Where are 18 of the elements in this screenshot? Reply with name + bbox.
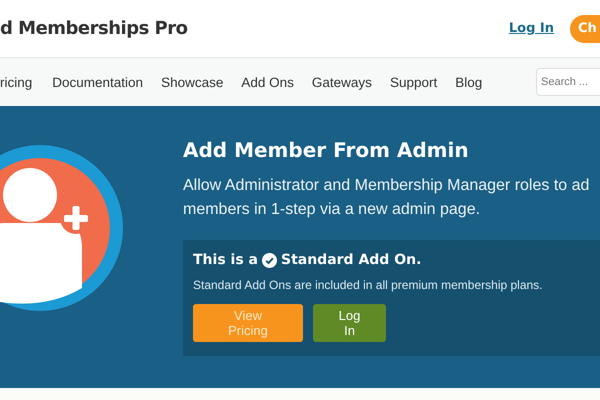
search-field[interactable]: Search ... [536, 68, 600, 96]
site-logo-text[interactable]: d Memberships Pro [0, 18, 188, 39]
add-on-description: Allow Administrator and Membership Manager roles to ad [183, 176, 590, 196]
add-on-description: members in 1-step via a new admin page. [183, 200, 482, 220]
action-button[interactable]: Log In [313, 304, 386, 342]
log-in-link[interactable]: Log In [508, 21, 554, 36]
card-text: Standard Add Ons are included in all premium membership plans. [193, 278, 544, 292]
nav-link[interactable]: Gateways [312, 74, 372, 90]
card-heading: Standard Add On. [280, 252, 422, 268]
nav-link[interactable]: Documentation [52, 74, 144, 90]
add-on-title: Add Member From Admin [183, 138, 470, 162]
nav-link[interactable]: Showcase [161, 74, 224, 90]
nav-link[interactable]: ricing [0, 74, 32, 90]
nav-link[interactable]: Add Ons [241, 74, 294, 90]
nav-link[interactable]: Support [390, 74, 438, 90]
nav-link[interactable]: Blog [455, 74, 482, 90]
check-icon [262, 252, 277, 268]
card-heading: This is a [193, 252, 258, 268]
